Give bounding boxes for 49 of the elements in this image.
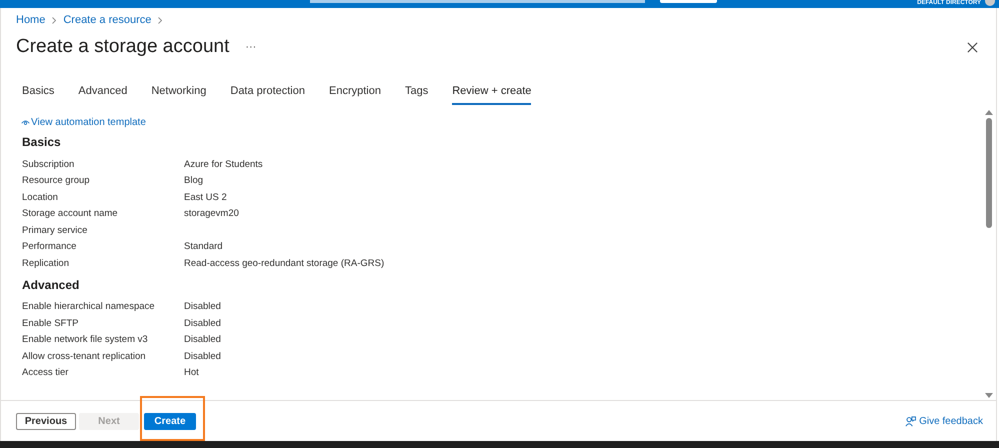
section-heading: Advanced [22, 278, 80, 292]
chevron-icon [157, 16, 164, 24]
chevron-icon [51, 16, 58, 24]
field-label: Primary service [22, 224, 88, 236]
field-label: Enable SFTP [22, 318, 80, 329]
field-value: Disabled [184, 318, 221, 329]
footer-button[interactable]: Create [144, 412, 196, 430]
field-value: East US 2 [184, 192, 227, 203]
field-label: Access tier [22, 367, 70, 378]
tab[interactable]: Data protection [230, 85, 305, 105]
breadcrumb-link[interactable]: Create a resource [63, 14, 152, 26]
breadcrumb-link[interactable]: Home [16, 14, 46, 26]
field-value: Disabled [184, 334, 221, 346]
avatar-icon[interactable] [985, 0, 995, 6]
field-label: Enable hierarchical namespace [22, 301, 156, 312]
field-label: Location [22, 192, 59, 203]
section-heading: Basics [22, 135, 62, 149]
field-value: Read-access geo-redundant storage (RA-GRS) [184, 258, 384, 269]
tab[interactable]: Networking [151, 85, 206, 105]
field-label: Allow cross-tenant replication [22, 350, 147, 362]
eye-icon [21, 118, 30, 126]
field-value: Blog [184, 175, 204, 186]
tab[interactable]: Tags [404, 85, 428, 105]
scrollbar-thumb[interactable] [986, 118, 992, 228]
field-value: Disabled [184, 350, 221, 362]
field-value: Azure for Students [184, 158, 263, 170]
feedback-link[interactable]: Give feedback [905, 416, 983, 426]
field-label: Performance [22, 241, 78, 252]
field-label: Enable network file system v3 [22, 334, 149, 346]
tab[interactable]: Encryption [328, 85, 381, 105]
feedback-person-icon [905, 416, 916, 426]
field-value: Disabled [184, 301, 221, 312]
more-button[interactable]: ··· [245, 41, 256, 53]
search-field[interactable] [310, 0, 645, 3]
field-value: Standard [184, 241, 223, 252]
field-label: Resource group [22, 175, 91, 186]
tab[interactable]: Review + create [452, 85, 532, 105]
tab[interactable]: Advanced [78, 85, 128, 105]
field-value: Hot [184, 367, 199, 378]
automation-template-link[interactable]: View automation template [21, 115, 984, 129]
field-value: storagevm20 [184, 208, 239, 220]
scroll-down-icon[interactable] [985, 393, 993, 398]
close-icon[interactable] [967, 42, 978, 52]
page-title: Create a storage account [16, 36, 230, 58]
field-label: Storage account name [22, 208, 119, 220]
field-label: Replication [22, 258, 70, 269]
field-label: Subscription [22, 158, 76, 170]
footer-button[interactable]: Previous [16, 412, 76, 430]
tab[interactable]: Basics [22, 85, 54, 105]
